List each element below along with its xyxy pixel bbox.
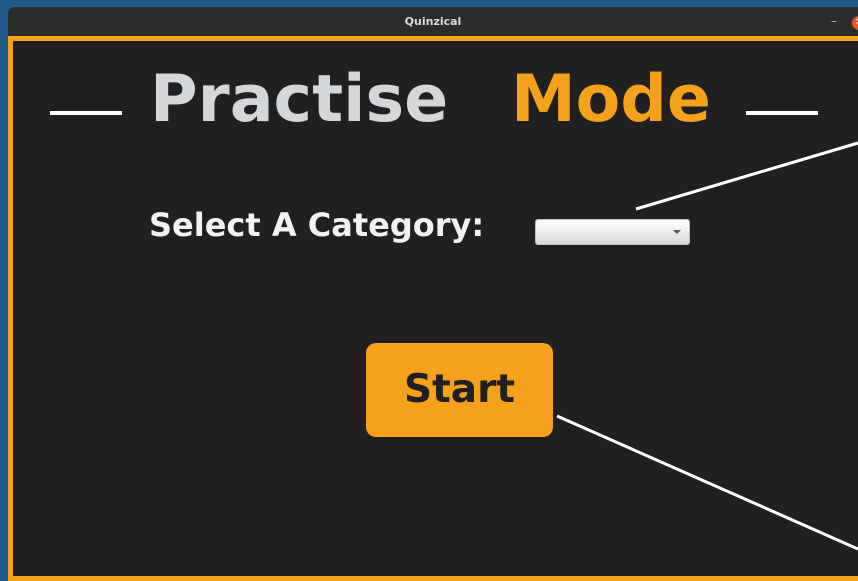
title-dash-left <box>50 111 122 115</box>
minimize-button[interactable]: – <box>827 14 841 28</box>
window-titlebar[interactable]: Quinzical – ✕ <box>8 7 858 36</box>
title-dash-right <box>746 111 818 115</box>
desktop: Quinzical – ✕ Practise Mode Select A Cat… <box>0 0 858 581</box>
window-title: Quinzical <box>404 15 462 28</box>
start-button[interactable]: Start <box>366 343 553 437</box>
category-label: Select A Category: <box>149 206 485 244</box>
page-title-practise: Practise <box>150 62 449 137</box>
practise-mode-panel: Practise Mode Select A Category: Start <box>13 41 858 576</box>
category-select[interactable] <box>535 219 690 245</box>
page-title-mode: Mode <box>511 62 711 137</box>
app-window-border: Practise Mode Select A Category: Start <box>8 36 858 581</box>
chevron-down-icon <box>673 230 681 234</box>
